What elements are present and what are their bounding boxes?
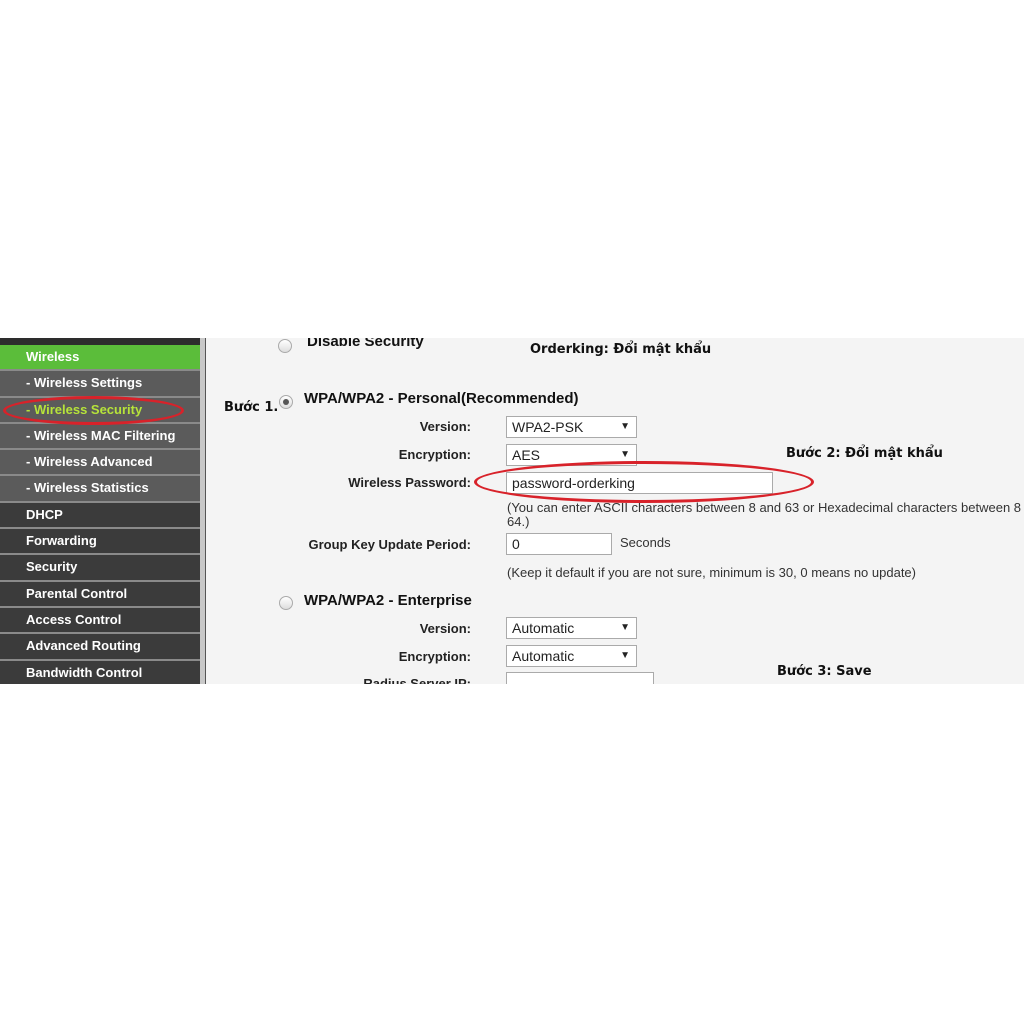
annotation-step3: Bước 3: Save (777, 664, 872, 679)
enterprise-encryption-select[interactable]: Automatic ▼ (506, 645, 637, 667)
version-select[interactable]: WPA2-PSK ▼ (506, 416, 637, 438)
wpa-personal-title: WPA/WPA2 - Personal(Recommended) (304, 390, 579, 407)
annotation-header: Orderking: Đổi mật khẩu (530, 342, 712, 357)
password-help-line1: (You can enter ASCII characters between … (507, 500, 1024, 515)
sidebar-item-wireless-security[interactable]: - Wireless Security (0, 397, 200, 424)
enterprise-encryption-value: Automatic (512, 648, 575, 664)
password-label: Wireless Password: (348, 475, 471, 490)
enterprise-version-value: Automatic (512, 620, 575, 636)
sidebar-item-wireless-statistics[interactable]: - Wireless Statistics (0, 476, 200, 503)
disable-security-label: Disable Security (307, 338, 424, 350)
annotation-step1: Bước 1. (224, 400, 279, 415)
encryption-select[interactable]: AES ▼ (506, 444, 637, 466)
divider (200, 338, 206, 684)
version-value: WPA2-PSK (512, 419, 584, 435)
sidebar-item-wireless[interactable]: Wireless (0, 345, 200, 372)
group-key-unit: Seconds (620, 535, 671, 550)
password-input[interactable]: password-orderking (506, 472, 773, 494)
sidebar-item-security[interactable]: Security (0, 555, 200, 582)
version-label: Version: (419, 419, 471, 434)
radius-server-label: Radius Server IP: (363, 676, 471, 684)
sidebar-item-advanced-routing[interactable]: Advanced Routing (0, 634, 200, 661)
sidebar-item-wireless-mac-filtering[interactable]: - Wireless MAC Filtering (0, 423, 200, 451)
dropdown-arrow-icon: ▼ (620, 650, 630, 661)
sidebar-top-bar (0, 338, 200, 345)
dropdown-arrow-icon: ▼ (620, 449, 630, 460)
wpa-enterprise-title: WPA/WPA2 - Enterprise (304, 592, 472, 609)
sidebar-menu: Wireless - Wireless Settings - Wireless Se… (0, 338, 200, 684)
dropdown-arrow-icon: ▼ (620, 421, 630, 432)
enterprise-version-select[interactable]: Automatic ▼ (506, 617, 637, 639)
sidebar-item-access-control[interactable]: Access Control (0, 607, 200, 635)
sidebar-item-forwarding[interactable]: Forwarding (0, 529, 200, 556)
annotation-step2: Bước 2: Đổi mật khẩu (786, 446, 943, 461)
password-help-line2: 64.) (507, 514, 530, 529)
router-admin-screenshot: Wireless - Wireless Settings - Wireless Se… (0, 338, 1024, 684)
dropdown-arrow-icon: ▼ (620, 622, 630, 633)
sidebar-item-bandwidth-control[interactable]: Bandwidth Control (0, 660, 200, 684)
group-key-label: Group Key Update Period: (308, 537, 471, 552)
wpa-personal-radio[interactable] (279, 395, 293, 409)
disable-security-radio[interactable] (278, 339, 292, 353)
enterprise-encryption-label: Encryption: (398, 649, 471, 664)
wpa-enterprise-radio[interactable] (279, 596, 293, 610)
encryption-value: AES (512, 447, 541, 463)
sidebar-item-wireless-advanced[interactable]: - Wireless Advanced (0, 450, 200, 477)
group-key-help: (Keep it default if you are not sure, mi… (507, 565, 916, 580)
sidebar-item-wireless-settings[interactable]: - Wireless Settings (0, 371, 200, 398)
sidebar-item-dhcp[interactable]: DHCP (0, 502, 200, 530)
encryption-label: Encryption: (398, 447, 471, 462)
enterprise-version-label: Version: (419, 621, 471, 636)
radius-server-input[interactable] (506, 672, 654, 684)
group-key-input[interactable]: 0 (506, 533, 612, 555)
sidebar-item-parental-control[interactable]: Parental Control (0, 581, 200, 608)
